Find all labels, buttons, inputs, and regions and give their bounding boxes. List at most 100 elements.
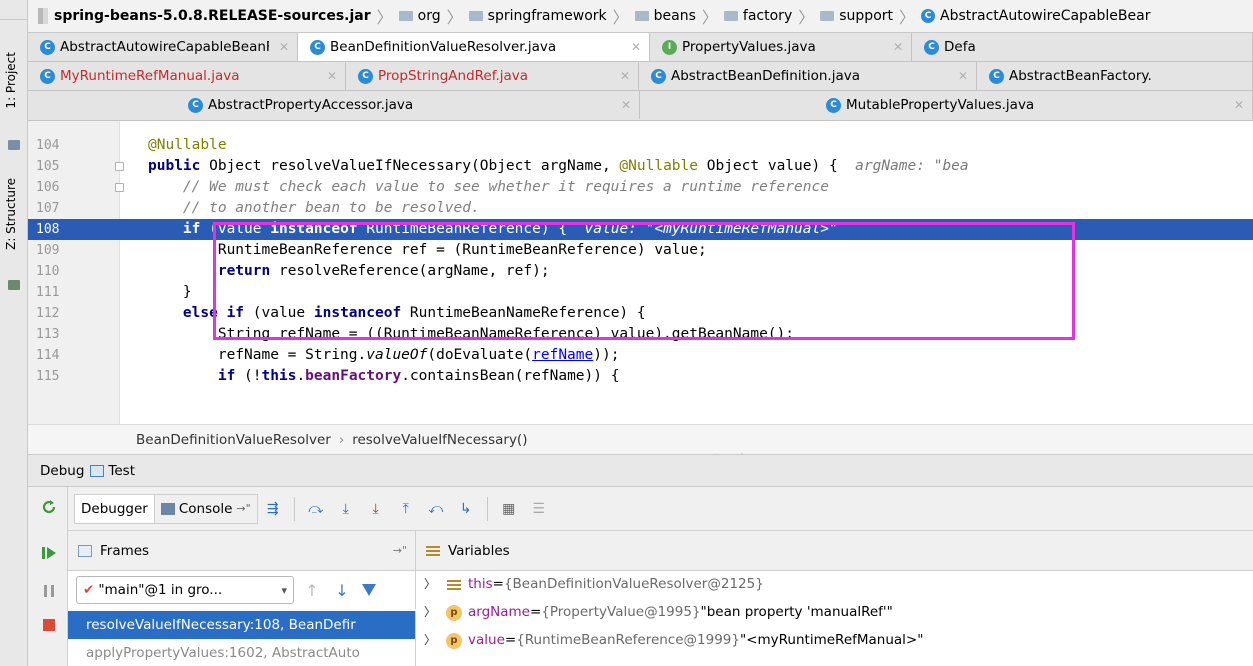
class-icon: C: [924, 39, 939, 55]
interface-icon: I: [662, 39, 677, 55]
thread-selector-row: ✔ "main"@1 in gro... ▾ ↑ ↓: [68, 571, 416, 609]
breadcrumb-separator: 〉: [376, 8, 393, 27]
step-into-icon[interactable]: ⤓: [335, 498, 357, 520]
class-icon: C: [358, 68, 373, 84]
close-icon[interactable]: ✕: [893, 40, 903, 54]
code-line-106[interactable]: 106 // We must check each value to see w…: [28, 177, 1253, 198]
breadcrumb-beans[interactable]: beans: [631, 8, 700, 24]
expand-icon[interactable]: 〉: [424, 599, 440, 626]
breadcrumb-springframework[interactable]: springframework: [465, 8, 611, 24]
code-text: refName = String.valueOf(doEvaluate(refN…: [148, 347, 620, 363]
run-to-cursor-icon[interactable]: ↳: [455, 498, 477, 520]
navigation-breadcrumb: spring-beans-5.0.8.RELEASE-sources.jar 〉…: [28, 0, 1253, 33]
evaluate-expression-icon[interactable]: ▦: [498, 498, 520, 520]
resume-icon[interactable]: [41, 545, 57, 561]
step-over-icon[interactable]: ⤼: [305, 498, 327, 520]
run-config-icon: [90, 464, 105, 477]
close-icon[interactable]: ✕: [621, 98, 631, 112]
variables-panel-header: Variables: [416, 531, 1253, 571]
fold-icon[interactable]: [115, 162, 124, 171]
class-icon: C: [989, 68, 1004, 84]
crumb-method[interactable]: resolveValueIfNecessary(): [352, 432, 527, 448]
trace-icon[interactable]: ☰: [528, 498, 550, 520]
thread-dropdown[interactable]: ✔ "main"@1 in gro... ▾: [76, 576, 294, 604]
rerun-icon[interactable]: [41, 499, 57, 515]
thread-status-icon: ✔: [83, 582, 95, 598]
code-line-115[interactable]: 115 if (!this.beanFactory.containsBean(r…: [28, 366, 1253, 387]
folder-icon: [634, 11, 649, 21]
tab-abstract-property-accessor[interactable]: C AbstractPropertyAccessor.java ✕: [28, 91, 640, 119]
close-icon[interactable]: ✕: [958, 69, 968, 83]
folder-icon: [820, 11, 835, 21]
editor-tabs-row-3: C AbstractPropertyAccessor.java ✕ C Mutable…: [28, 91, 1253, 121]
close-icon[interactable]: ✕: [327, 69, 337, 83]
filter-icon[interactable]: [362, 584, 376, 596]
structure-tool-tab[interactable]: Z: Structure: [4, 178, 18, 250]
breadcrumb-separator: ›: [338, 431, 345, 448]
crumb-class[interactable]: BeanDefinitionValueResolver: [136, 432, 331, 448]
code-line-108-current[interactable]: 108 if (value instanceof RuntimeBeanRefe…: [28, 219, 1253, 240]
drop-frame-icon[interactable]: ⤺: [425, 498, 447, 520]
parameter-icon: p: [446, 604, 462, 621]
breadcrumb-jar[interactable]: spring-beans-5.0.8.RELEASE-sources.jar: [34, 8, 375, 24]
variable-row-this[interactable]: 〉 this = {BeanDefinitionValueResolver@21…: [416, 571, 1253, 598]
tab-debugger[interactable]: Debugger: [74, 493, 155, 524]
close-icon[interactable]: ✕: [631, 40, 641, 54]
close-icon[interactable]: ✕: [620, 69, 630, 83]
toolbar-separator: [293, 496, 295, 521]
pin-icon[interactable]: →": [393, 544, 407, 557]
close-icon[interactable]: ✕: [1234, 98, 1244, 112]
pin-icon: →": [236, 502, 251, 515]
step-out-icon[interactable]: ⤒: [395, 498, 417, 520]
code-line-113[interactable]: 113 String refName = ((RuntimeBeanNameRe…: [28, 324, 1253, 345]
class-icon: C: [921, 9, 936, 23]
code-text: if (value instanceof RuntimeBeanReferenc…: [182, 221, 838, 237]
breadcrumb-org[interactable]: org: [395, 8, 445, 24]
expand-icon[interactable]: 〉: [424, 627, 440, 654]
tab-mutable-property-values[interactable]: C MutablePropertyValues.java ✕: [640, 91, 1253, 119]
code-editor[interactable]: 104 @Nullable 105 public Object resolveVal…: [28, 121, 1253, 424]
close-icon[interactable]: ✕: [279, 40, 289, 54]
stop-icon[interactable]: [41, 617, 57, 633]
folder-icon: [468, 11, 483, 21]
force-step-into-icon[interactable]: ⤓: [365, 498, 387, 520]
code-line-114[interactable]: 114 refName = String.valueOf(doEvaluate(…: [28, 345, 1253, 366]
debug-header: Debug Test: [28, 454, 1253, 487]
code-line-107[interactable]: 107 // to another bean to be resolved.: [28, 198, 1253, 219]
variable-row-argname[interactable]: 〉 p argName = {PropertyValue@1995} "bean…: [416, 599, 1253, 626]
tab-abstract-autowire[interactable]: CAbstractAutowireCapableBeanFactory.java…: [28, 33, 298, 61]
tab-bean-definition-value-resolver[interactable]: C BeanDefinitionValueResolver.java ✕: [298, 33, 650, 61]
project-tool-tab[interactable]: 1: Project: [4, 52, 18, 109]
tab-defa[interactable]: C Defa: [912, 33, 1253, 61]
code-line-104[interactable]: 104 @Nullable: [28, 135, 1253, 156]
arrow-down-icon[interactable]: ↓: [330, 581, 354, 600]
tab-property-values[interactable]: I PropertyValues.java ✕: [650, 33, 912, 61]
arrow-up-icon[interactable]: ↑: [300, 581, 324, 600]
expand-icon[interactable]: 〉: [424, 571, 440, 598]
code-line-105[interactable]: 105 public Object resolveValueIfNecessary…: [28, 156, 1253, 177]
breadcrumb-support[interactable]: support: [816, 8, 897, 24]
tab-my-runtime-ref-manual[interactable]: C MyRuntimeRefManual.java ✕: [28, 62, 346, 90]
breadcrumb-class[interactable]: C AbstractAutowireCapableBear: [917, 8, 1154, 24]
run-config-name[interactable]: Test: [108, 463, 135, 479]
frame-row[interactable]: applyPropertyValues:1602, AbstractAuto: [68, 639, 416, 666]
fold-icon[interactable]: [115, 183, 124, 192]
tab-abstract-bean-factory[interactable]: C AbstractBeanFactory.: [977, 62, 1253, 90]
tab-console[interactable]: Console →": [154, 493, 258, 524]
code-line-111[interactable]: 111 }: [28, 282, 1253, 303]
code-line-109[interactable]: 109 RuntimeBeanReference ref = (RuntimeB…: [28, 240, 1253, 261]
left-tool-strip: 1: Project Z: Structure: [0, 0, 28, 666]
code-line-112[interactable]: 112 else if (value instanceof RuntimeBea…: [28, 303, 1253, 324]
frame-row[interactable]: resolveValueIfNecessary:108, BeanDefir: [68, 611, 416, 639]
code-text: else if (value instanceof RuntimeBeanNam…: [182, 305, 646, 321]
debug-title: Debug: [40, 462, 85, 479]
variable-row-value[interactable]: 〉 p value = {RuntimeBeanReference@1999} …: [416, 627, 1253, 654]
tab-abstract-bean-definition[interactable]: C AbstractBeanDefinition.java ✕: [639, 62, 977, 90]
pause-icon[interactable]: [41, 583, 57, 599]
tab-prop-string-and-ref[interactable]: C PropStringAndRef.java ✕: [346, 62, 639, 90]
code-line-110[interactable]: 110 return resolveReference(argName, ref…: [28, 261, 1253, 282]
show-execution-point-icon[interactable]: ⇶: [262, 498, 284, 520]
object-icon: [447, 579, 461, 590]
breadcrumb-factory[interactable]: factory: [720, 8, 796, 24]
breadcrumb-separator: 〉: [446, 8, 463, 27]
